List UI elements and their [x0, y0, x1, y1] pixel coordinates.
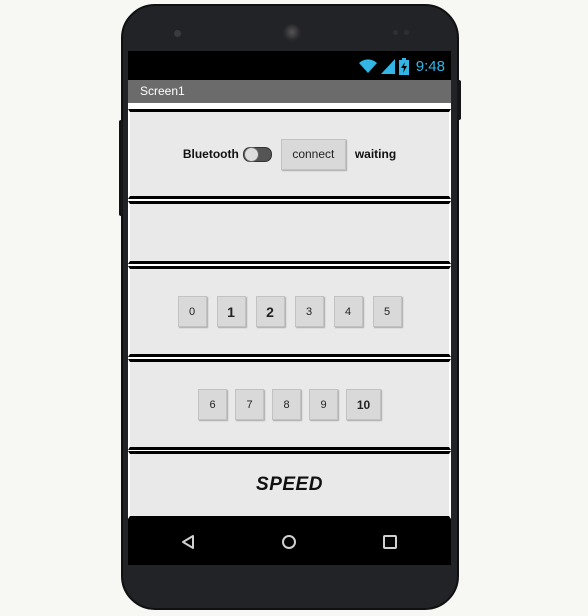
number-button-6[interactable]: 6	[198, 389, 227, 420]
bluetooth-panel: Bluetooth connect waiting	[128, 109, 451, 199]
earpiece-speaker-icon	[283, 24, 301, 42]
recents-icon[interactable]	[381, 533, 399, 551]
speed-label: SPEED	[256, 474, 323, 495]
app-screen: 9:48 Screen1 Bluetooth connect waiting 0…	[128, 51, 451, 519]
number-button-4[interactable]: 4	[333, 296, 363, 327]
speed-panel: SPEED	[128, 451, 451, 519]
number-button-5[interactable]: 5	[372, 296, 402, 327]
number-button-3[interactable]: 3	[294, 296, 324, 327]
bluetooth-label: Bluetooth	[182, 147, 239, 161]
battery-charging-icon	[398, 57, 409, 75]
number-button-1[interactable]: 1	[216, 296, 246, 327]
volume-button	[457, 80, 461, 120]
screen-title: Screen1	[140, 84, 185, 98]
power-button	[119, 120, 123, 216]
wifi-icon	[358, 58, 377, 73]
number-button-10[interactable]: 10	[346, 389, 381, 420]
empty-panel	[128, 201, 451, 264]
sensor-dot-icon	[393, 30, 398, 35]
navigation-bar	[128, 519, 451, 565]
bluetooth-toggle[interactable]	[242, 146, 272, 162]
connection-status: waiting	[354, 147, 397, 161]
number-button-2[interactable]: 2	[255, 296, 285, 327]
toggle-knob	[243, 146, 259, 162]
sensor-dot-icon	[404, 30, 409, 35]
number-button-9[interactable]: 9	[309, 389, 338, 420]
number-panel-1: 0 1 2 3 4 5	[128, 266, 451, 357]
number-button-8[interactable]: 8	[272, 389, 301, 420]
number-button-7[interactable]: 7	[235, 389, 264, 420]
connect-button[interactable]: connect	[280, 138, 346, 170]
signal-icon	[380, 58, 395, 74]
sensor-icon	[174, 30, 181, 37]
title-bar: Screen1	[128, 80, 451, 103]
status-bar: 9:48	[128, 51, 451, 80]
clock: 9:48	[415, 57, 445, 75]
number-button-0[interactable]: 0	[177, 296, 207, 327]
number-panel-2: 6 7 8 9 10	[128, 359, 451, 450]
home-icon[interactable]	[280, 533, 298, 551]
back-icon[interactable]	[179, 533, 197, 551]
